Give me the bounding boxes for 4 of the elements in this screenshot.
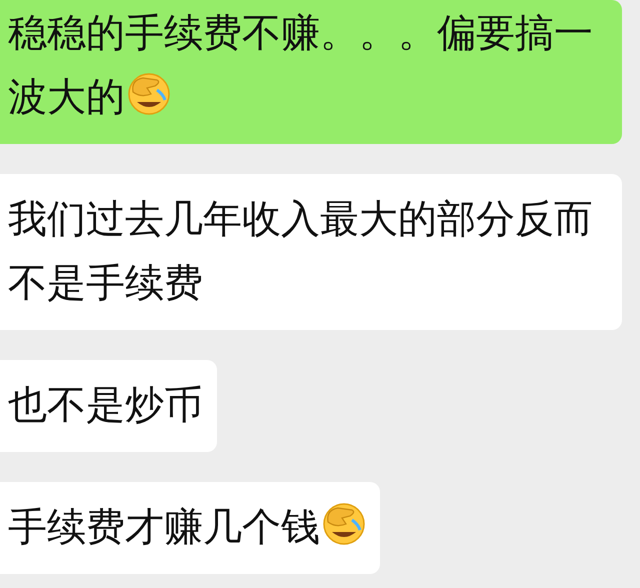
message-bubble: 也不是炒币 <box>0 360 217 452</box>
message-bubble: 稳稳的手续费不赚。。。偏要搞一波大的 <box>0 0 622 144</box>
message-bubble: 手续费才赚几个钱 <box>0 482 380 574</box>
message-bubble: 我们过去几年收入最大的部分反而不是手续费 <box>0 174 622 330</box>
